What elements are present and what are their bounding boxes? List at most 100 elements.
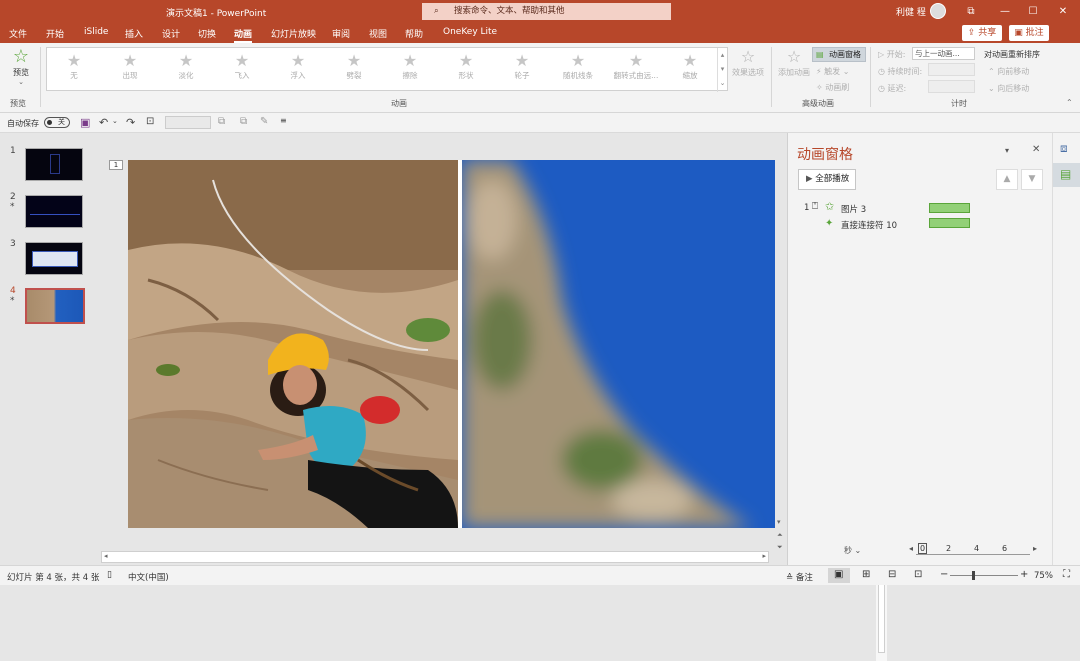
slide[interactable] [128,160,775,528]
gallery-scroll[interactable]: ▴ ▾ ⌄ [717,48,727,92]
scroll-right-icon: ▸ [762,552,766,560]
redo-icon[interactable]: ↷ [126,116,135,129]
close-button[interactable]: ✕ [1053,3,1073,20]
notes-button[interactable]: ≙ 备注 [786,571,813,583]
tab-view[interactable]: 视图 [369,27,387,40]
zoom-slider[interactable] [950,571,1018,580]
delay-input[interactable] [928,80,975,93]
effect-split[interactable]: ★ 劈裂 [329,48,379,92]
save-icon[interactable]: ▣ [80,116,90,129]
slide-thumb-4[interactable] [25,288,85,324]
effect-none[interactable]: ★ 无 [49,48,99,92]
duration-input[interactable] [928,63,975,76]
preview-button[interactable]: ☆ 预览 ⌄ [7,47,35,87]
share-button[interactable]: ⇪ 共享 [962,25,1002,41]
move-earlier-button[interactable]: ⌃ 向前移动 [988,66,1029,77]
font-size-select[interactable] [165,116,211,129]
climber-photo[interactable] [128,160,458,528]
slideshow-icon[interactable]: ⊡ [914,569,922,580]
thumb-number: 1 [10,146,16,156]
effect-appear[interactable]: ★ 出现 [105,48,155,92]
play-all-button[interactable]: ▶ 全部播放 [798,169,856,190]
slide-thumb-1[interactable] [25,148,83,181]
search-box[interactable]: ⌕ 搜索命令、文本、帮助和其他 [422,3,671,20]
timeline-tick: 0 [918,543,928,554]
zoom-thumb[interactable] [972,571,975,580]
undo-dropdown-icon[interactable]: ⌄ [112,117,118,125]
move-down-button[interactable]: ▼ [1021,169,1043,190]
tab-animations[interactable]: 动画 [234,27,253,43]
blurred-photo[interactable] [462,160,775,528]
move-later-button[interactable]: ⌄ 向后移动 [988,83,1029,94]
tab-review[interactable]: 审阅 [332,27,350,40]
slide-thumb-3[interactable] [25,242,83,275]
fit-to-window-icon[interactable]: ⛶ [1063,569,1070,580]
minimize-button[interactable]: — [995,3,1015,20]
effect-wipe[interactable]: ★ 擦除 [385,48,435,92]
timeline-left-icon[interactable]: ◂ [909,544,913,553]
customize-qat-icon[interactable]: ≡ [280,116,287,125]
timeline-bar[interactable] [929,218,970,228]
tab-insert[interactable]: 插入 [125,27,143,40]
tab-slideshow[interactable]: 幻灯片放映 [271,27,316,40]
effect-options-button[interactable]: ☆ 效果选项 [731,47,765,78]
design-ideas-icon[interactable]: ⧈ [1060,141,1068,156]
tab-file[interactable]: 文件 [9,27,27,40]
effect-fly-in[interactable]: ★ 飞入 [217,48,267,92]
horizontal-scrollbar[interactable]: ◂ ▸ [101,551,769,563]
slide-thumb-2[interactable] [25,195,83,228]
tab-onekey-lite[interactable]: OneKey Lite [443,27,497,37]
start-select[interactable]: 与上一动画... [912,47,975,60]
tab-islide[interactable]: iSlide [84,27,108,37]
effect-fade[interactable]: ★ 淡化 [161,48,211,92]
format-painter-icon[interactable]: ✎ [260,116,268,127]
maximize-button[interactable]: ☐ [1023,3,1043,20]
effect-grow-turn[interactable]: ★ 翻转式由远... [609,48,663,92]
scroll-down-icon[interactable]: ▾ [777,518,781,526]
slide-sorter-icon[interactable]: ⊞ [862,569,870,580]
zoom-level[interactable]: 75% [1034,571,1053,581]
effect-shape[interactable]: ★ 形状 [441,48,491,92]
tab-help[interactable]: 帮助 [405,27,423,40]
pane-options-icon[interactable]: ▾ [1005,146,1009,155]
ungroup-icon[interactable]: ⧉ [240,116,247,127]
undo-icon[interactable]: ↶ [99,116,108,129]
seconds-dropdown[interactable]: 秒 ⌄ [844,545,861,556]
effect-zoom[interactable]: ★ 缩放 [665,48,715,92]
tab-transitions[interactable]: 切换 [198,27,216,40]
zoom-out-icon[interactable]: − [940,569,948,580]
ribbon-display-options-icon[interactable]: ⧉ [961,3,981,20]
add-animation-button[interactable]: ☆ 添加动画 [777,47,811,78]
timeline-bar[interactable] [929,203,970,213]
tab-design[interactable]: 设计 [162,27,180,40]
language-indicator[interactable]: 中文(中国) [128,571,169,583]
avatar[interactable] [930,3,946,19]
accessibility-icon[interactable]: ▯ [107,570,112,580]
next-slide-icon[interactable]: ⏷ [777,543,783,552]
animation-pane-button[interactable]: ▤ 动画窗格 [812,47,866,62]
star-icon: ★ [178,51,194,70]
animation-painter-button[interactable]: ✧ 动画刷 [816,82,849,93]
normal-view-button[interactable]: ▣ [828,568,850,583]
animation-tag[interactable]: 1 [109,160,123,170]
zoom-in-icon[interactable]: + [1020,569,1028,580]
autosave-toggle[interactable]: 关 [44,117,70,128]
animation-item-connector[interactable]: 直接连接符 10 [841,219,897,231]
effect-random-bars[interactable]: ★ 随机线条 [553,48,603,92]
pane-close-icon[interactable]: ✕ [1032,144,1040,155]
effect-float-in[interactable]: ★ 浮入 [273,48,323,92]
effect-wheel[interactable]: ★ 轮子 [497,48,547,92]
collapse-ribbon-icon[interactable]: ⌃ [1066,98,1073,107]
previous-slide-icon[interactable]: ⏶ [777,531,783,540]
animation-pane-toggle[interactable]: ▤ [1053,163,1080,187]
move-up-button[interactable]: ▲ [996,169,1018,190]
trigger-button[interactable]: ⚡ 触发 ⌄ [816,66,849,77]
present-icon[interactable]: ⊡ [146,116,154,127]
comment-button[interactable]: ▣ 批注 [1009,25,1049,41]
reading-view-icon[interactable]: ⊟ [888,569,896,580]
timeline-right-icon[interactable]: ▸ [1033,544,1037,553]
user-name[interactable]: 利健 程 [896,5,926,18]
group-objects-icon[interactable]: ⧉ [218,116,225,127]
tab-home[interactable]: 开始 [46,27,64,40]
animation-item-picture[interactable]: 图片 3 [841,203,866,215]
